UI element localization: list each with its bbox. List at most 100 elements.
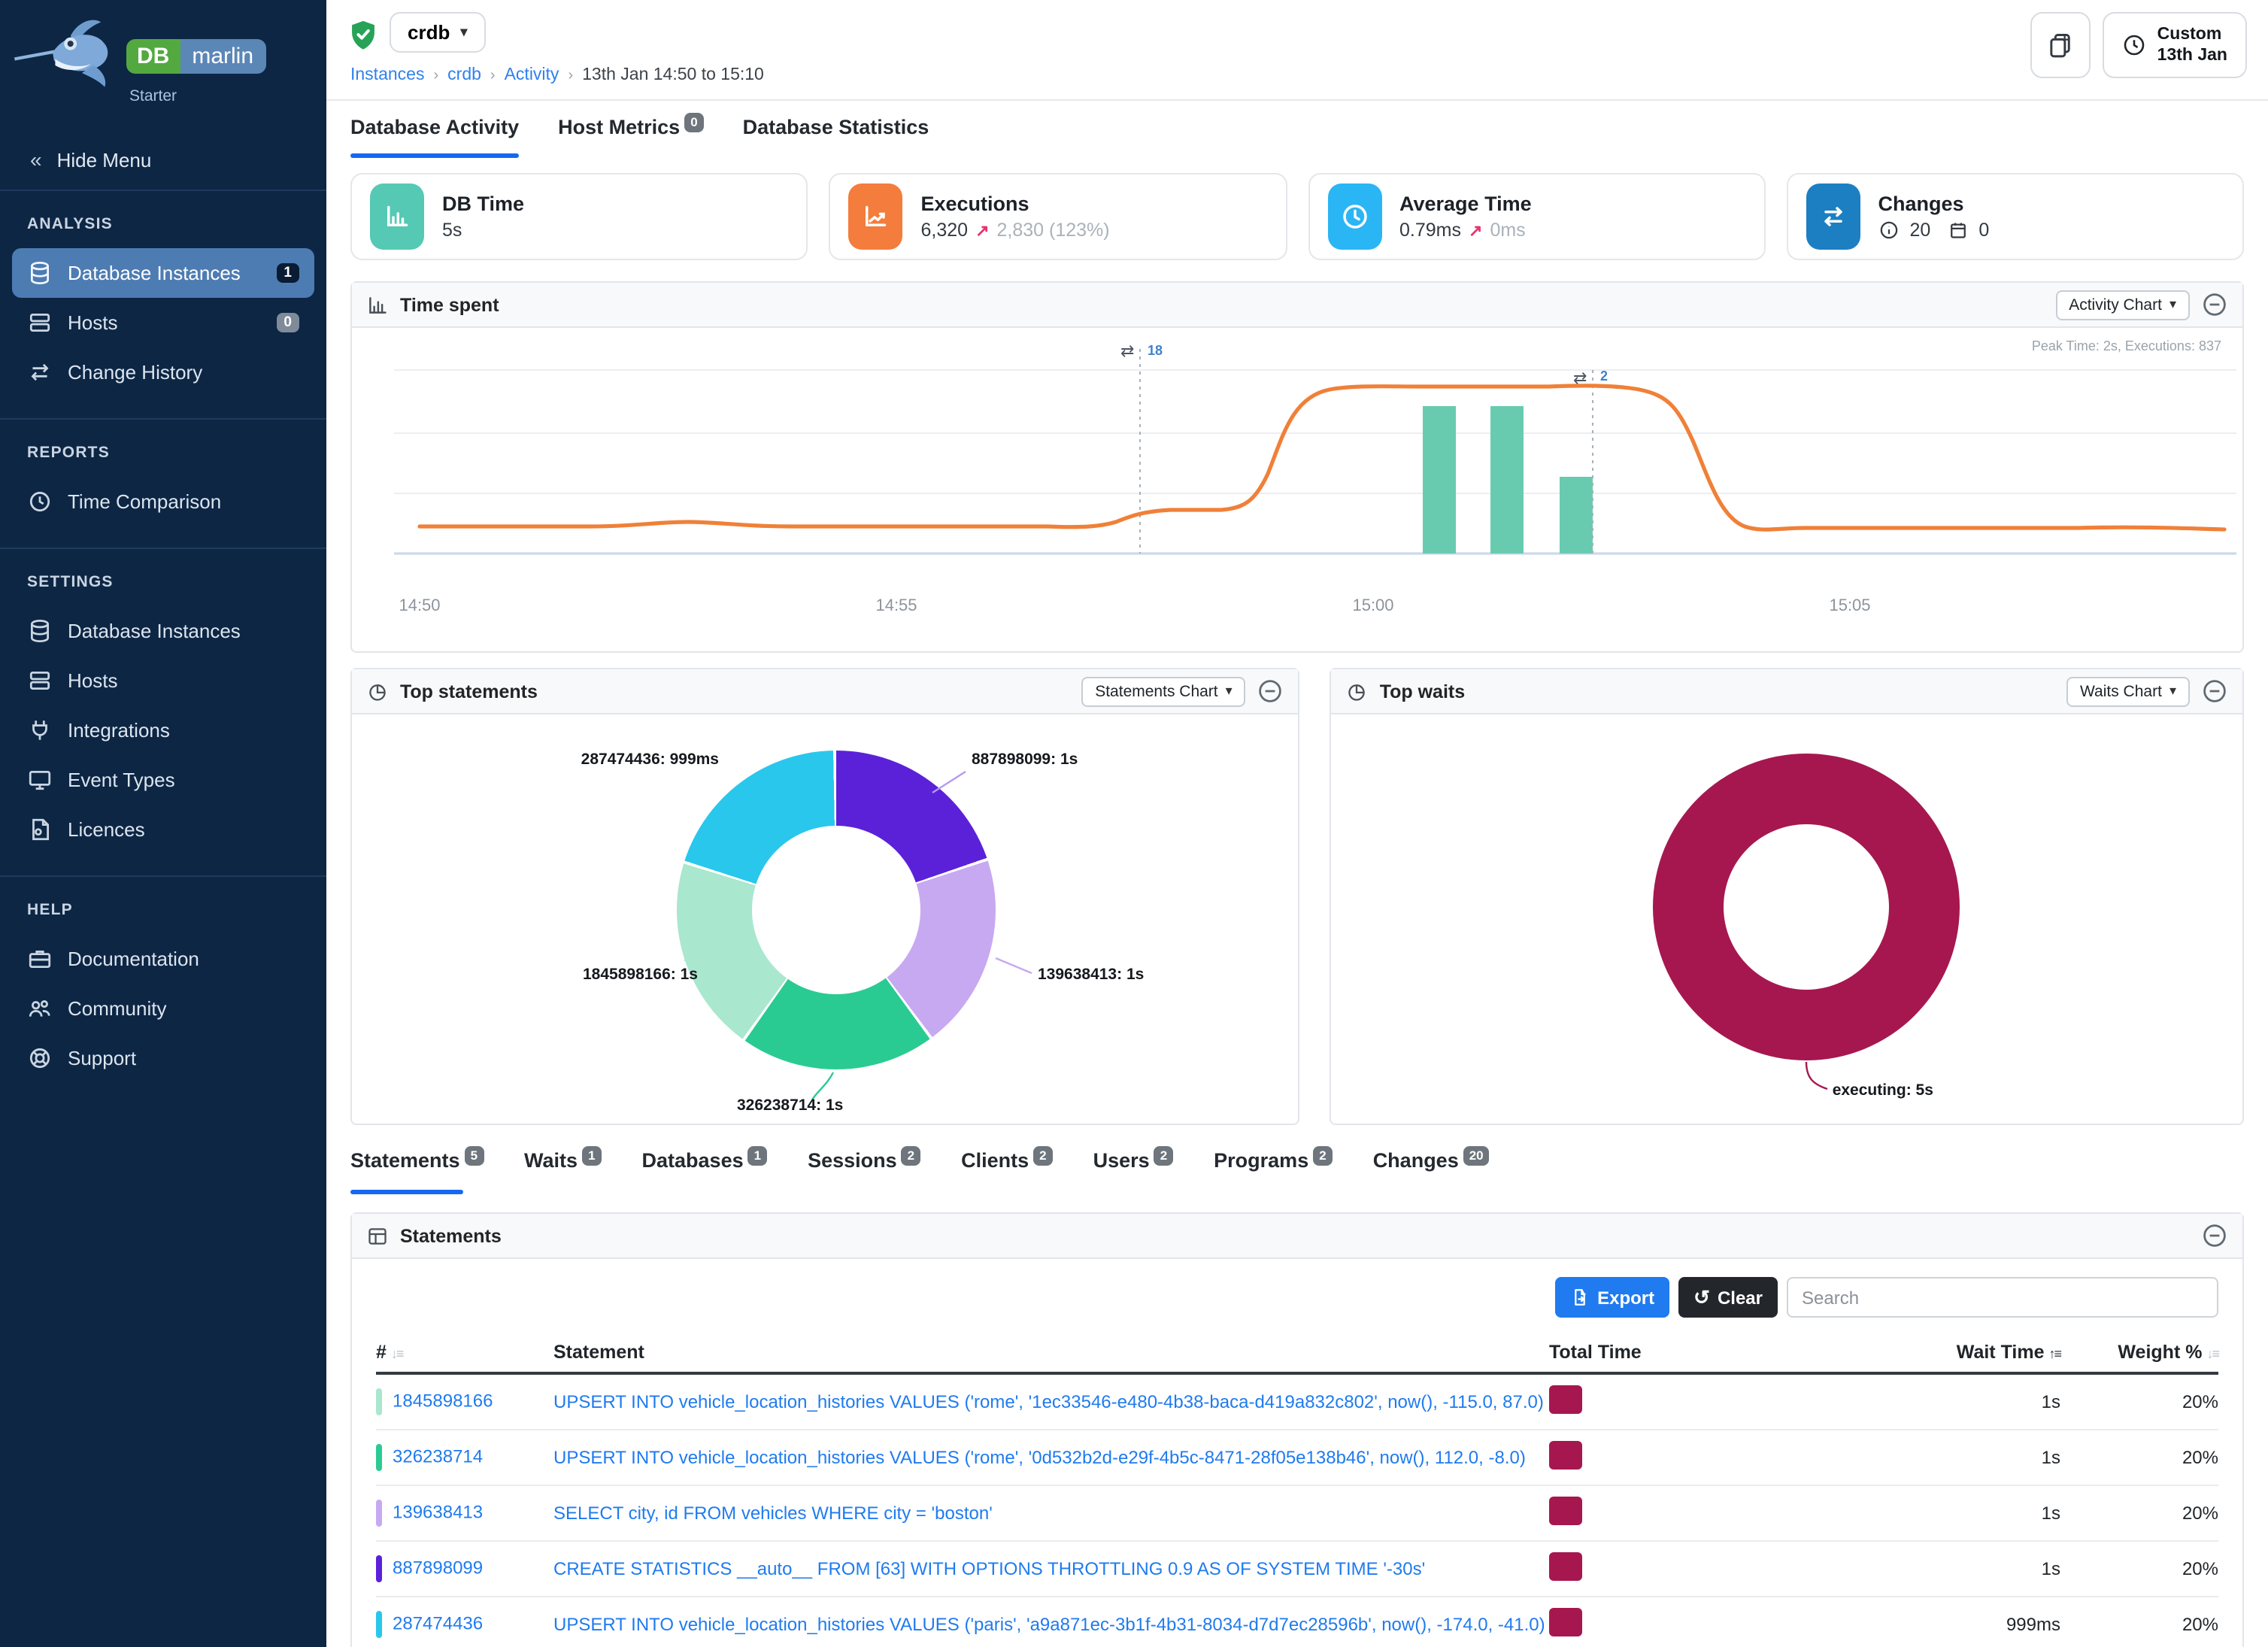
sidebar-item-documentation[interactable]: Documentation [12, 934, 314, 984]
instance-selector[interactable]: crdb ▾ [390, 12, 485, 53]
sidebar-item-label: Event Types [68, 769, 299, 791]
sidebar-item-support[interactable]: Support [12, 1033, 314, 1083]
breadcrumb-activity[interactable]: Activity [505, 66, 559, 84]
db-time-line [420, 386, 2224, 529]
sidebar-item-database-instances-settings[interactable]: Database Instances [12, 606, 314, 656]
statement-text-link[interactable]: SELECT city, id FROM vehicles WHERE city… [553, 1503, 993, 1524]
sidebar-item-label: Community [68, 997, 299, 1020]
sidebar-item-hosts-settings[interactable]: Hosts [12, 656, 314, 705]
tab-database-statistics[interactable]: Database Statistics [743, 116, 929, 158]
collapse-panel-button[interactable] [1258, 678, 1284, 704]
tab-database-activity[interactable]: Database Activity [350, 116, 519, 158]
executions-bar [1490, 406, 1524, 554]
activity-chart-selector[interactable]: Activity Chart ▾ [2055, 290, 2190, 320]
statement-id-link[interactable]: 887898099 [393, 1557, 483, 1578]
time-range-button[interactable]: Custom 13th Jan [2103, 12, 2247, 78]
sidebar-item-integrations[interactable]: Integrations [12, 705, 314, 755]
tab-databases[interactable]: Databases1 [642, 1149, 768, 1194]
statement-color-chip [376, 1555, 382, 1582]
statement-color-chip [376, 1500, 382, 1527]
chevron-down-icon: ▾ [460, 24, 467, 41]
statement-text-link[interactable]: UPSERT INTO vehicle_location_histories V… [553, 1391, 1544, 1412]
collapse-panel-button[interactable] [2202, 678, 2227, 704]
clock-icon [2123, 33, 2147, 57]
column-header-weight[interactable]: Weight %↓≡ [2060, 1333, 2218, 1373]
topbar: crdb ▾ Instances › crdb › Activity › 13t… [326, 0, 2268, 101]
time-spent-panel: Time spent Activity Chart ▾ Peak Time: 2… [350, 281, 2244, 653]
weight-value: 20% [2060, 1430, 2218, 1485]
sidebar-item-event-types[interactable]: Event Types [12, 755, 314, 805]
panel-title: Statements [400, 1225, 2190, 1246]
card-value: 6,320 [921, 220, 969, 241]
time-spent-chart: Peak Time: 2s, Executions: 837 ⇄ 18 ⇄ 2 [352, 328, 2242, 651]
total-time-bar [1549, 1441, 1582, 1470]
change-event-icon: ⇄ [1120, 341, 1134, 360]
sidebar-item-licences[interactable]: Licences [12, 805, 314, 854]
breadcrumb-separator: › [490, 67, 496, 83]
breadcrumb-crdb[interactable]: crdb [447, 66, 481, 84]
collapse-panel-button[interactable] [2202, 1223, 2227, 1248]
table-row: 887898099 CREATE STATISTICS __auto__ FRO… [376, 1541, 2218, 1597]
card-title: Average Time [1399, 193, 1532, 215]
sidebar-item-database-instances[interactable]: Database Instances 1 [12, 248, 314, 298]
tab-users[interactable]: Users2 [1093, 1149, 1174, 1194]
tab-programs[interactable]: Programs2 [1214, 1149, 1333, 1194]
statement-text-link[interactable]: CREATE STATISTICS __auto__ FROM [63] WIT… [553, 1558, 1425, 1579]
tab-clients[interactable]: Clients2 [961, 1149, 1053, 1194]
time-range-mode: Custom [2157, 23, 2222, 45]
sort-desc-icon: ↓≡ [2206, 1346, 2218, 1361]
sidebar-item-hosts[interactable]: Hosts 0 [12, 298, 314, 347]
tab-host-metrics[interactable]: Host Metrics0 [558, 116, 704, 158]
calendar-icon [1947, 220, 1968, 241]
collapse-panel-button[interactable] [2202, 292, 2227, 317]
bar-chart-icon [370, 184, 424, 250]
statement-id-link[interactable]: 287474436 [393, 1612, 483, 1633]
clock-icon [1327, 184, 1381, 250]
section-title: HELP [12, 901, 314, 919]
database-icon [27, 618, 53, 644]
main-content: crdb ▾ Instances › crdb › Activity › 13t… [326, 0, 2268, 1647]
statement-id-link[interactable]: 326238714 [393, 1445, 483, 1467]
column-header-id[interactable]: #↓≡ [376, 1333, 553, 1373]
column-header-wait-time[interactable]: Wait Time↑≡ [1827, 1333, 2060, 1373]
line-chart-icon [849, 184, 903, 250]
search-input[interactable] [1787, 1277, 2218, 1318]
donut-label-1845898166: 1845898166: 1s [520, 966, 698, 984]
executions-bar [1423, 406, 1456, 554]
export-button[interactable]: Export [1555, 1277, 1669, 1318]
tab-sessions[interactable]: Sessions2 [808, 1149, 920, 1194]
x-tick: 14:50 [399, 596, 440, 614]
bar-chart-icon [367, 294, 388, 315]
statement-id-link[interactable]: 139638413 [393, 1501, 483, 1522]
weight-value: 20% [2060, 1485, 2218, 1541]
total-time-bar [1549, 1385, 1582, 1414]
waits-chart-selector[interactable]: Waits Chart ▾ [2066, 676, 2190, 706]
total-time-bar [1549, 1552, 1582, 1581]
undo-icon: ↺ [1693, 1285, 1710, 1309]
statement-text-link[interactable]: UPSERT INTO vehicle_location_histories V… [553, 1447, 1526, 1468]
trend-up-icon: ↗ [975, 220, 989, 240]
statements-chart-selector[interactable]: Statements Chart ▾ [1081, 676, 1245, 706]
column-header-statement[interactable]: Statement [553, 1333, 1549, 1373]
card-value: 0.79ms [1399, 220, 1461, 241]
hide-menu-button[interactable]: « Hide Menu [0, 132, 326, 190]
sidebar-item-community[interactable]: Community [12, 984, 314, 1033]
tab-statements[interactable]: Statements5 [350, 1149, 484, 1194]
sidebar-item-change-history[interactable]: Change History [12, 347, 314, 397]
trend-up-icon: ↗ [1469, 220, 1482, 240]
sidebar-item-time-comparison[interactable]: Time Comparison [12, 477, 314, 526]
table-row: 287474436 UPSERT INTO vehicle_location_h… [376, 1597, 2218, 1647]
tab-waits[interactable]: Waits1 [524, 1149, 602, 1194]
donut-label-executing: executing: 5s [1833, 1081, 1933, 1100]
breadcrumb-instances[interactable]: Instances [350, 66, 424, 84]
sidebar-section-analysis: ANALYSIS Database Instances 1 Hosts 0 Ch… [0, 190, 326, 409]
clear-button[interactable]: ↺ Clear [1678, 1277, 1778, 1318]
statement-id-link[interactable]: 1845898166 [393, 1390, 493, 1411]
statement-text-link[interactable]: UPSERT INTO vehicle_location_histories V… [553, 1614, 1545, 1635]
sidebar-section-help: HELP Documentation Community Support [0, 875, 326, 1095]
copy-button[interactable] [2031, 12, 2091, 78]
server-icon [27, 668, 53, 693]
column-header-total-time[interactable]: Total Time [1549, 1333, 1827, 1373]
tab-changes[interactable]: Changes20 [1373, 1149, 1490, 1194]
donut-panels-row: Top statements Statements Chart ▾ [350, 668, 2244, 1125]
